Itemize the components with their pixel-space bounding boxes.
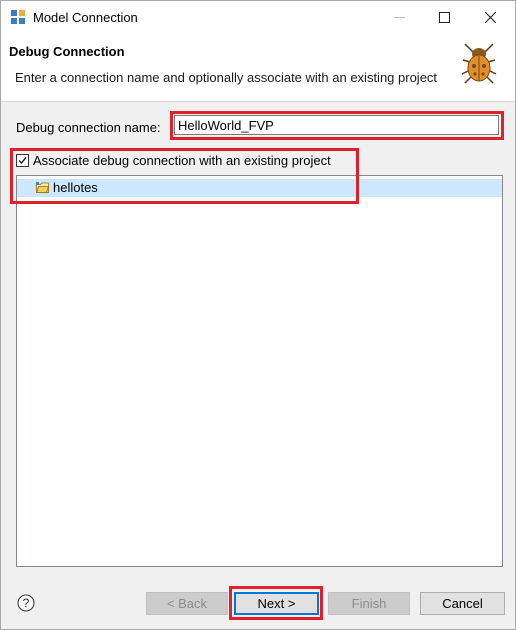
cancel-button[interactable]: Cancel <box>420 592 505 615</box>
highlight-box-name <box>170 111 504 140</box>
back-button[interactable]: < Back <box>146 592 228 615</box>
finish-button[interactable]: Finish <box>328 592 410 615</box>
page-title: Debug Connection <box>9 44 125 59</box>
window-title: Model Connection <box>33 10 138 25</box>
connection-name-label: Debug connection name: <box>16 120 161 135</box>
highlight-box-next <box>229 586 323 620</box>
bug-icon <box>461 43 497 84</box>
highlight-box-associate <box>10 148 359 204</box>
page-description: Enter a connection name and optionally a… <box>15 70 438 85</box>
close-icon <box>485 12 496 23</box>
svg-text:?: ? <box>23 596 30 610</box>
wizard-header: Debug Connection Enter a connection name… <box>1 33 515 102</box>
close-button[interactable] <box>468 1 514 33</box>
minimize-button[interactable] <box>377 1 423 33</box>
help-icon[interactable]: ? <box>17 594 35 612</box>
maximize-icon <box>439 12 450 23</box>
model-connection-icon <box>11 10 25 24</box>
minimize-icon <box>394 17 405 18</box>
model-connection-dialog: Model Connection Debug Connection Enter … <box>0 0 516 630</box>
maximize-button[interactable] <box>422 1 468 33</box>
project-list[interactable]: hellotes <box>16 175 503 567</box>
title-bar: Model Connection <box>1 1 515 33</box>
